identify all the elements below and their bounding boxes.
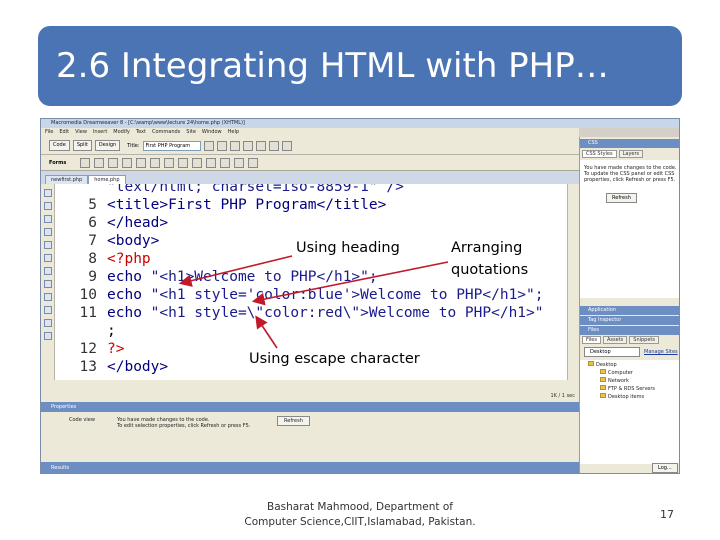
arrow-heading: [178, 255, 293, 287]
footer-line2: Computer Science,CIIT,Islamabad, Pakista…: [244, 516, 476, 528]
footer-line1: Basharat Mahmood, Department of: [267, 501, 453, 513]
annotation-arrows: [178, 255, 449, 349]
arrow-escape: [255, 315, 278, 349]
arrow-quotations: [251, 261, 449, 306]
page-number: 17: [660, 508, 674, 521]
slide-footer: Basharat Mahmood, Department of Computer…: [228, 500, 492, 530]
